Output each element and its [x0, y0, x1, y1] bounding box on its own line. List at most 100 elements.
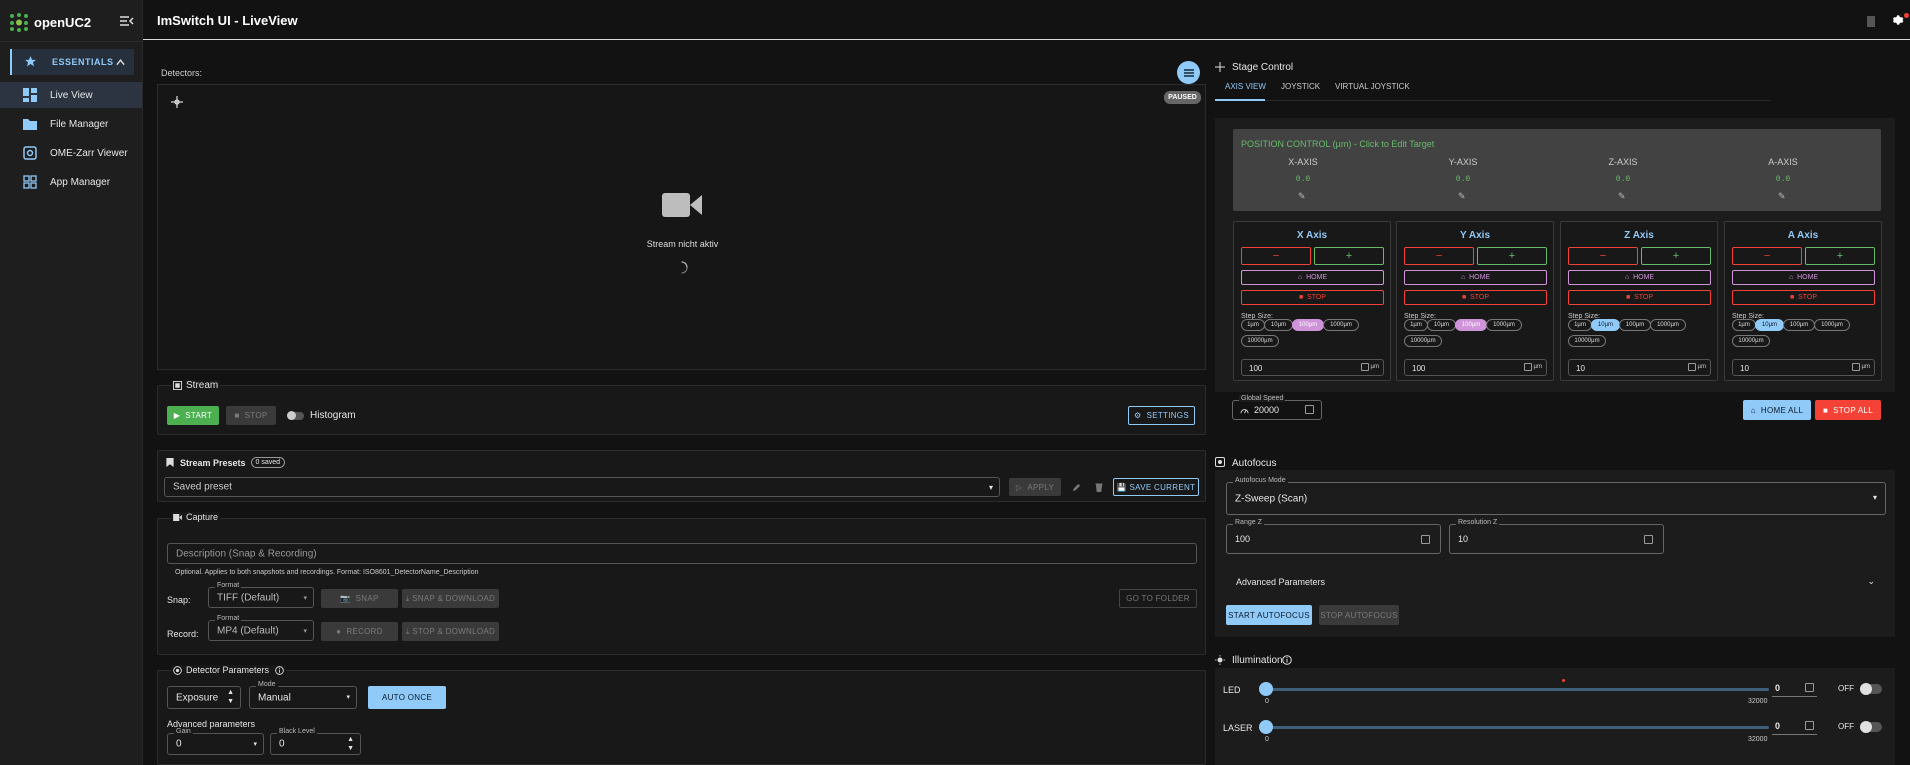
stop-all-button[interactable]: ■ STOP ALL	[1815, 400, 1881, 420]
record-format-select[interactable]: Format MP4 (Default) ▾	[208, 615, 314, 641]
intensity-slider[interactable]	[1266, 688, 1769, 691]
step-size-chip[interactable]: 10µm	[1591, 319, 1620, 331]
step-size-chip[interactable]: 10000µm	[1732, 335, 1770, 347]
step-size-chip[interactable]: 100µm	[1619, 319, 1651, 331]
stop-download-button[interactable]: ⤓ STOP & DOWNLOAD	[402, 622, 499, 641]
spin-icon[interactable]	[1305, 405, 1314, 414]
tab-joystick[interactable]: JOYSTICK	[1281, 82, 1320, 91]
spin-icon[interactable]	[1524, 363, 1532, 371]
stepper-arrows-icon[interactable]: ▲ ▼	[227, 688, 234, 706]
delete-icon[interactable]	[1095, 483, 1103, 492]
step-size-chip[interactable]: 10µm	[1427, 319, 1456, 331]
step-size-chip[interactable]: 10µm	[1755, 319, 1784, 331]
edit-icon[interactable]	[1072, 483, 1081, 492]
saved-preset-select[interactable]: Saved preset ▾	[164, 477, 1000, 497]
slider-thumb[interactable]	[1259, 720, 1273, 734]
spin-icon[interactable]	[1688, 363, 1696, 371]
spin-icon[interactable]	[1805, 683, 1814, 692]
axis-home-button[interactable]: ⌂ HOME	[1732, 270, 1875, 285]
slider-thumb[interactable]	[1259, 682, 1273, 696]
gain-select[interactable]: Gain 0 ▾	[167, 728, 264, 755]
info-icon[interactable]	[275, 665, 284, 675]
step-size-chip[interactable]: 10000µm	[1404, 335, 1442, 347]
step-size-input[interactable]: 100 µm	[1404, 359, 1547, 376]
gear-icon[interactable]	[1890, 13, 1904, 27]
sidebar-item-ome-zarr[interactable]: OME-Zarr Viewer	[0, 140, 142, 166]
autofocus-mode-select[interactable]: Autofocus Mode Z-Sweep (Scan) ▾	[1226, 477, 1886, 515]
stream-start-button[interactable]: ▶ START	[167, 406, 219, 425]
save-current-preset-button[interactable]: 💾 SAVE CURRENT	[1113, 478, 1199, 496]
tab-virtual-joystick[interactable]: VIRTUAL JOYSTICK	[1335, 82, 1410, 91]
axis-stop-button[interactable]: ■ STOP	[1568, 290, 1711, 305]
histogram-toggle[interactable]	[287, 411, 304, 420]
snap-format-select[interactable]: Format TIFF (Default) ▾	[208, 582, 314, 608]
axis-stop-button[interactable]: ■ STOP	[1241, 290, 1384, 305]
axis-minus-button[interactable]: −	[1404, 247, 1474, 265]
spin-icon[interactable]	[1805, 721, 1814, 730]
home-all-button[interactable]: ⌂ HOME ALL	[1743, 400, 1811, 420]
info-icon[interactable]	[1282, 655, 1292, 665]
detector-mode-select[interactable]: Mode Manual ▾	[249, 681, 357, 709]
step-size-input[interactable]: 10 µm	[1568, 359, 1711, 376]
go-to-folder-button[interactable]: GO TO FOLDER	[1119, 589, 1197, 608]
intensity-value-input[interactable]: 0	[1772, 719, 1817, 735]
step-size-chip[interactable]: 100µm	[1292, 319, 1324, 331]
spin-icon[interactable]	[1421, 535, 1430, 544]
stream-settings-button[interactable]: ⚙ SETTINGS	[1128, 406, 1195, 425]
step-size-chip[interactable]: 10000µm	[1241, 335, 1279, 347]
edit-pencil-icon[interactable]: ✎	[1458, 191, 1466, 202]
position-value[interactable]: 0.0	[1583, 175, 1663, 184]
stepper-arrows-icon[interactable]: ▲ ▼	[347, 735, 354, 753]
sidebar-item-file-manager[interactable]: File Manager	[0, 111, 142, 137]
axis-stop-button[interactable]: ■ STOP	[1404, 290, 1547, 305]
sidebar-item-app-manager[interactable]: App Manager	[0, 169, 142, 195]
step-size-chip[interactable]: 100µm	[1455, 319, 1487, 331]
axis-home-button[interactable]: ⌂ HOME	[1404, 270, 1547, 285]
record-button[interactable]: ● RECORD	[321, 622, 398, 641]
position-value[interactable]: 0.0	[1423, 175, 1503, 184]
step-size-chip[interactable]: 1µm	[1404, 319, 1428, 331]
clipboard-icon[interactable]	[1866, 15, 1876, 27]
snap-download-button[interactable]: ⤓ SNAP & DOWNLOAD	[402, 589, 499, 608]
axis-home-button[interactable]: ⌂ HOME	[1241, 270, 1384, 285]
menu-collapse-icon[interactable]	[120, 15, 134, 27]
step-size-chip[interactable]: 10µm	[1264, 319, 1293, 331]
edit-pencil-icon[interactable]: ✎	[1298, 191, 1306, 202]
position-value[interactable]: 0.0	[1263, 175, 1343, 184]
black-level-stepper[interactable]: Black Level 0 ▲ ▼	[270, 728, 361, 755]
axis-minus-button[interactable]: −	[1732, 247, 1802, 265]
axis-plus-button[interactable]: +	[1477, 247, 1547, 265]
step-size-chip[interactable]: 1000µm	[1486, 319, 1522, 331]
step-size-chip[interactable]: 1µm	[1241, 319, 1265, 331]
start-autofocus-button[interactable]: START AUTOFOCUS	[1226, 605, 1312, 625]
step-size-chip[interactable]: 1µm	[1732, 319, 1756, 331]
step-size-chip[interactable]: 1000µm	[1814, 319, 1850, 331]
snap-button[interactable]: 📷 SNAP	[321, 589, 398, 608]
step-size-chip[interactable]: 1000µm	[1323, 319, 1359, 331]
spin-icon[interactable]	[1644, 535, 1653, 544]
intensity-slider[interactable]	[1266, 726, 1769, 729]
step-size-input[interactable]: 10 µm	[1732, 359, 1875, 376]
resolution-z-input[interactable]: Resolution Z 10	[1449, 519, 1664, 554]
step-size-chip[interactable]: 100µm	[1783, 319, 1815, 331]
axis-plus-button[interactable]: +	[1641, 247, 1711, 265]
step-size-chip[interactable]: 1µm	[1568, 319, 1592, 331]
edit-pencil-icon[interactable]: ✎	[1778, 191, 1786, 202]
step-size-input[interactable]: 100 µm	[1241, 359, 1384, 376]
axis-plus-button[interactable]: +	[1805, 247, 1875, 265]
spin-icon[interactable]	[1852, 363, 1860, 371]
spin-icon[interactable]	[1361, 363, 1369, 371]
sidebar-item-live-view[interactable]: Live View	[0, 82, 142, 108]
position-value[interactable]: 0.0	[1743, 175, 1823, 184]
axis-plus-button[interactable]: +	[1314, 247, 1384, 265]
axis-minus-button[interactable]: −	[1241, 247, 1311, 265]
global-speed-input[interactable]: Global Speed 20000	[1232, 395, 1322, 420]
step-size-chip[interactable]: 10000µm	[1568, 335, 1606, 347]
menu-fab-button[interactable]	[1177, 61, 1200, 84]
axis-stop-button[interactable]: ■ STOP	[1732, 290, 1875, 305]
live-view-canvas[interactable]: PAUSED Stream nicht aktiv	[157, 84, 1206, 370]
axis-minus-button[interactable]: −	[1568, 247, 1638, 265]
intensity-value-input[interactable]: 0	[1772, 681, 1817, 697]
stop-autofocus-button[interactable]: STOP AUTOFOCUS	[1319, 605, 1399, 625]
step-size-chip[interactable]: 1000µm	[1650, 319, 1686, 331]
